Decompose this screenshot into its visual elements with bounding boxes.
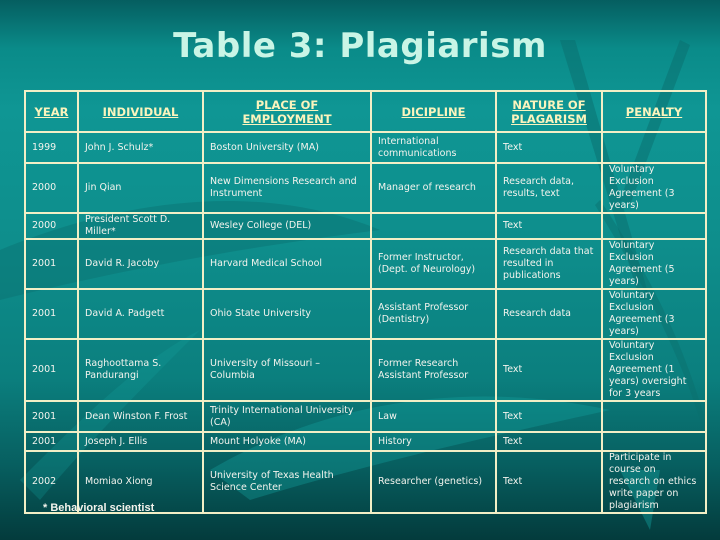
header-place-of-employment: PLACE OF EMPLOYMENT: [202, 90, 372, 133]
table-row: 2001 David R. Jacoby Harvard Medical Sch…: [24, 238, 707, 290]
cell-place: University of Texas Health Science Cente…: [202, 450, 372, 514]
table-row: 2001 Raghoottama S. Pandurangi Universit…: [24, 338, 707, 402]
table-row: 2001 Dean Winston F. Frost Trinity Inter…: [24, 400, 707, 433]
cell-year: 2001: [24, 338, 79, 402]
cell-discipline: Former Research Assistant Professor: [370, 338, 497, 402]
cell-year: 2001: [24, 400, 79, 433]
table-row: 2000 President Scott D. Miller* Wesley C…: [24, 212, 707, 240]
cell-place: Harvard Medical School: [202, 238, 372, 290]
header-penalty: PENALTY: [601, 90, 707, 133]
cell-place: Trinity International University (CA): [202, 400, 372, 433]
header-nature-of-plagiarism: NATURE OF PLAGARISM: [495, 90, 603, 133]
cell-penalty: Participate in course on research on eth…: [601, 450, 707, 514]
cell-year: 2001: [24, 288, 79, 340]
cell-individual: President Scott D. Miller*: [77, 212, 204, 240]
cell-place: Mount Holyoke (MA): [202, 431, 372, 452]
cell-penalty: [601, 131, 707, 164]
cell-place: Wesley College (DEL): [202, 212, 372, 240]
cell-discipline: Assistant Professor (Dentistry): [370, 288, 497, 340]
cell-penalty: Voluntary Exclusion Agreement (3 years): [601, 162, 707, 214]
cell-place: New Dimensions Research and Instrument: [202, 162, 372, 214]
cell-nature: Text: [495, 450, 603, 514]
cell-year: 1999: [24, 131, 79, 164]
cell-penalty: Voluntary Exclusion Agreement (3 years): [601, 288, 707, 340]
cell-place: Boston University (MA): [202, 131, 372, 164]
cell-year: 2000: [24, 162, 79, 214]
cell-nature: Text: [495, 400, 603, 433]
slide-title: Table 3: Plagiarism: [173, 26, 547, 66]
cell-year: 2001: [24, 238, 79, 290]
cell-penalty: Voluntary Exclusion Agreement (1 years) …: [601, 338, 707, 402]
table-row: 2000 Jin Qian New Dimensions Research an…: [24, 162, 707, 214]
plagiarism-table: YEAR INDIVIDUAL PLACE OF EMPLOYMENT DICI…: [24, 90, 707, 514]
header-individual: INDIVIDUAL: [77, 90, 204, 133]
cell-discipline: International communications: [370, 131, 497, 164]
cell-penalty: [601, 431, 707, 452]
cell-nature: Research data that resulted in publicati…: [495, 238, 603, 290]
cell-discipline: History: [370, 431, 497, 452]
cell-year: 2001: [24, 431, 79, 452]
cell-nature: Text: [495, 338, 603, 402]
cell-individual: David R. Jacoby: [77, 238, 204, 290]
cell-penalty: [601, 212, 707, 240]
table-row: 2001 Joseph J. Ellis Mount Holyoke (MA) …: [24, 431, 707, 452]
header-row: YEAR INDIVIDUAL PLACE OF EMPLOYMENT DICI…: [24, 90, 707, 133]
cell-individual: Jin Qian: [77, 162, 204, 214]
cell-place: University of Missouri – Columbia: [202, 338, 372, 402]
cell-individual: Dean Winston F. Frost: [77, 400, 204, 433]
cell-year: 2000: [24, 212, 79, 240]
footnote: * Behavioral scientist: [43, 502, 155, 514]
cell-discipline: Former Instructor, (Dept. of Neurology): [370, 238, 497, 290]
cell-nature: Research data: [495, 288, 603, 340]
cell-nature: Research data, results, text: [495, 162, 603, 214]
header-discipline: DICIPLINE: [370, 90, 497, 133]
cell-discipline: Researcher (genetics): [370, 450, 497, 514]
cell-nature: Text: [495, 212, 603, 240]
cell-place: Ohio State University: [202, 288, 372, 340]
cell-discipline: Law: [370, 400, 497, 433]
cell-individual: Raghoottama S. Pandurangi: [77, 338, 204, 402]
cell-individual: David A. Padgett: [77, 288, 204, 340]
table-row: 2001 David A. Padgett Ohio State Univers…: [24, 288, 707, 340]
cell-nature: Text: [495, 131, 603, 164]
cell-discipline: [370, 212, 497, 240]
header-year: YEAR: [24, 90, 79, 133]
cell-discipline: Manager of research: [370, 162, 497, 214]
cell-nature: Text: [495, 431, 603, 452]
cell-penalty: Voluntary Exclusion Agreement (5 years): [601, 238, 707, 290]
cell-penalty: [601, 400, 707, 433]
table-row: 1999 John J. Schulz* Boston University (…: [24, 131, 707, 164]
cell-individual: Joseph J. Ellis: [77, 431, 204, 452]
cell-individual: John J. Schulz*: [77, 131, 204, 164]
